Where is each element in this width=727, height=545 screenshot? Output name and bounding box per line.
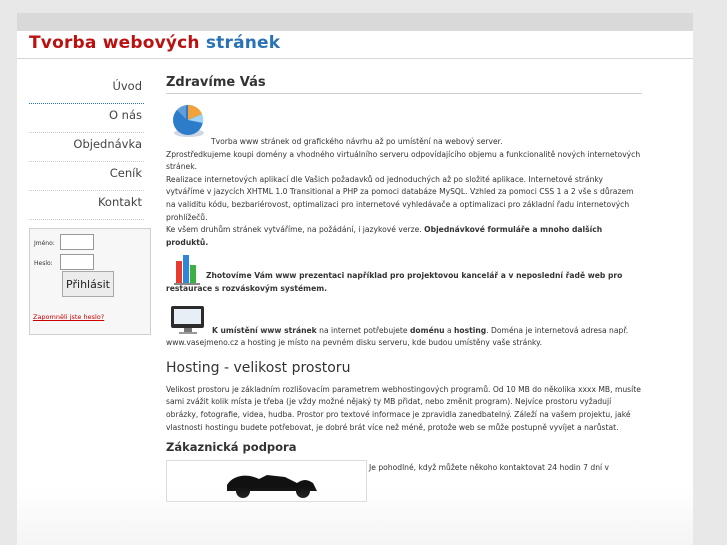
motorcycle-image: [166, 460, 367, 503]
password-input[interactable]: [60, 254, 94, 270]
presentation-text: Zhotovíme Vám www prezentaci například p…: [166, 271, 623, 293]
site-title-part2: stránek: [205, 33, 281, 53]
monitor-icon: [168, 304, 208, 340]
lang-text-normal: Ke všem druhům stránek vytváříme, na pož…: [166, 225, 422, 235]
top-bar: [17, 13, 693, 31]
nav-item-uvod[interactable]: Úvod: [29, 75, 144, 104]
login-box: Jméno: Heslo: Přihlásit Zapomněli jste h…: [29, 228, 151, 335]
hosting-text: Velikost prostoru je základním rozlišova…: [166, 384, 641, 432]
page-container: Tvorba webových stránek Úvod O nás Objed…: [17, 31, 693, 545]
hosting-heading: Hosting - velikost prostoru: [166, 359, 351, 376]
hosting-intro-text: K umístění www stránek na internet potře…: [166, 306, 642, 350]
forgot-password-link[interactable]: Zapomněli jste heslo?: [33, 313, 104, 321]
nav-item-cenik[interactable]: Ceník: [29, 162, 144, 191]
hosting-lead-bold: K umístění www stránek: [212, 325, 317, 335]
support-heading: Zákaznická podpora: [166, 440, 297, 455]
domains-text: Zprostředkujeme koupi domény a vhodného …: [166, 149, 641, 172]
hosting-lead-hosting: hosting: [454, 325, 487, 335]
lang-text: Ke všem druhům stránek vytváříme, na pož…: [166, 224, 642, 249]
nav-item-objednavka[interactable]: Objednávka: [29, 133, 144, 162]
password-label: Heslo:: [34, 260, 53, 267]
hosting-lead-mid: na internet potřebujete: [316, 325, 410, 335]
nav-item-kontakt[interactable]: Kontakt: [29, 191, 144, 220]
site-title[interactable]: Tvorba webových stránek: [29, 33, 280, 53]
hosting-lead-and: a: [444, 325, 455, 335]
site-title-part1: Tvorba webových: [29, 33, 200, 53]
pie-chart-icon: [168, 99, 208, 145]
login-button[interactable]: Přihlásit: [62, 271, 114, 297]
welcome-heading: Zdravíme Vás: [166, 75, 642, 94]
nav-item-o-nas[interactable]: O nás: [29, 104, 144, 133]
sidebar-nav: Úvod O nás Objednávka Ceník Kontakt: [29, 75, 144, 220]
hosting-lead-domain: doménu: [410, 325, 445, 335]
bar-chart-icon: [170, 251, 206, 291]
intro-text: Tvorba www stránek od grafického návrhu …: [211, 137, 503, 146]
title-divider: [17, 58, 693, 59]
main-content: Zdravíme Vás Tvorba www stránek od grafi…: [166, 75, 642, 503]
username-label: Jméno:: [34, 240, 55, 247]
apps-text: Realizace internetových aplikací dle Vaš…: [166, 174, 634, 222]
username-input[interactable]: [60, 234, 94, 250]
support-text: Je pohodlné, když můžete někoho kontakto…: [369, 463, 610, 473]
